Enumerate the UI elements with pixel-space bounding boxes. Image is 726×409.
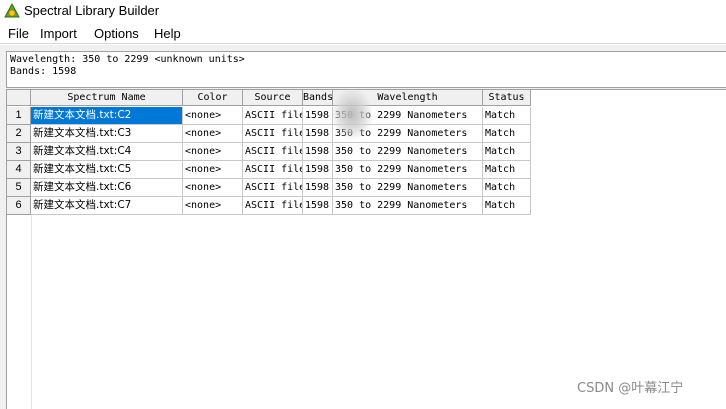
blur-artifact bbox=[332, 89, 372, 139]
bands-cell[interactable]: 1598 bbox=[303, 143, 333, 161]
bands-cell[interactable]: 1598 bbox=[303, 107, 333, 125]
source-cell[interactable]: ASCII file bbox=[243, 143, 303, 161]
menu-file[interactable]: File bbox=[7, 25, 30, 42]
menu-bar: File Import Options Help bbox=[0, 24, 726, 44]
spectrum-name-cell[interactable]: 新建文本文档.txt:C4 bbox=[31, 143, 183, 161]
menu-import[interactable]: Import bbox=[39, 25, 78, 42]
status-cell[interactable]: Match bbox=[483, 161, 531, 179]
row-header[interactable]: 1 bbox=[7, 107, 31, 125]
spectrum-name-cell[interactable]: 新建文本文档.txt:C7 bbox=[31, 197, 183, 215]
color-cell[interactable]: <none> bbox=[183, 197, 243, 215]
wavelength-cell[interactable]: 350 to 2299 Nanometers bbox=[333, 161, 483, 179]
window-title: Spectral Library Builder bbox=[24, 3, 160, 18]
column-guide bbox=[31, 215, 32, 409]
menu-help[interactable]: Help bbox=[153, 25, 182, 42]
row-header[interactable]: 3 bbox=[7, 143, 31, 161]
library-info-panel: Wavelength: 350 to 2299 <unknown units> … bbox=[6, 51, 726, 88]
column-header-bands[interactable]: Bands bbox=[303, 90, 333, 106]
column-header-spectrum-name[interactable]: Spectrum Name bbox=[31, 90, 183, 106]
bands-cell[interactable]: 1598 bbox=[303, 161, 333, 179]
source-cell[interactable]: ASCII file bbox=[243, 197, 303, 215]
wavelength-cell[interactable]: 350 to 2299 Nanometers bbox=[333, 143, 483, 161]
bands-cell[interactable]: 1598 bbox=[303, 197, 333, 215]
status-cell[interactable]: Match bbox=[483, 197, 531, 215]
column-header-status[interactable]: Status bbox=[483, 90, 531, 106]
source-cell[interactable]: ASCII file bbox=[243, 125, 303, 143]
spectrum-name-cell[interactable]: 新建文本文档.txt:C6 bbox=[31, 179, 183, 197]
spectrum-name-cell[interactable]: 新建文本文档.txt:C3 bbox=[31, 125, 183, 143]
bands-info: Bands: 1598 bbox=[10, 66, 77, 77]
color-cell[interactable]: <none> bbox=[183, 125, 243, 143]
row-header[interactable]: 5 bbox=[7, 179, 31, 197]
spectrum-name-cell[interactable]: 新建文本文档.txt:C5 bbox=[31, 161, 183, 179]
color-cell[interactable]: <none> bbox=[183, 161, 243, 179]
color-cell[interactable]: <none> bbox=[183, 179, 243, 197]
bands-cell[interactable]: 1598 bbox=[303, 125, 333, 143]
status-cell[interactable]: Match bbox=[483, 179, 531, 197]
status-cell[interactable]: Match bbox=[483, 143, 531, 161]
wavelength-cell[interactable]: 350 to 2299 Nanometers bbox=[333, 179, 483, 197]
bands-cell[interactable]: 1598 bbox=[303, 179, 333, 197]
status-cell[interactable]: Match bbox=[483, 125, 531, 143]
column-header-source[interactable]: Source bbox=[243, 90, 303, 106]
wavelength-cell[interactable]: 350 to 2299 Nanometers bbox=[333, 197, 483, 215]
color-cell[interactable]: <none> bbox=[183, 107, 243, 125]
source-cell[interactable]: ASCII file bbox=[243, 161, 303, 179]
row-header[interactable]: 6 bbox=[7, 197, 31, 215]
row-header[interactable]: 4 bbox=[7, 161, 31, 179]
column-header-color[interactable]: Color bbox=[183, 90, 243, 106]
menu-options[interactable]: Options bbox=[93, 25, 140, 42]
table-corner-header[interactable] bbox=[7, 90, 31, 106]
watermark: CSDN @叶幕江宁 bbox=[577, 381, 684, 396]
spectral-library-app-icon bbox=[4, 3, 20, 18]
source-cell[interactable]: ASCII file bbox=[243, 107, 303, 125]
row-header[interactable]: 2 bbox=[7, 125, 31, 143]
source-cell[interactable]: ASCII file bbox=[243, 179, 303, 197]
spectrum-name-cell[interactable]: 新建文本文档.txt:C2 bbox=[31, 107, 183, 125]
title-bar: Spectral Library Builder bbox=[0, 0, 726, 24]
color-cell[interactable]: <none> bbox=[183, 143, 243, 161]
status-cell[interactable]: Match bbox=[483, 107, 531, 125]
wavelength-info: Wavelength: 350 to 2299 <unknown units> bbox=[10, 54, 245, 65]
